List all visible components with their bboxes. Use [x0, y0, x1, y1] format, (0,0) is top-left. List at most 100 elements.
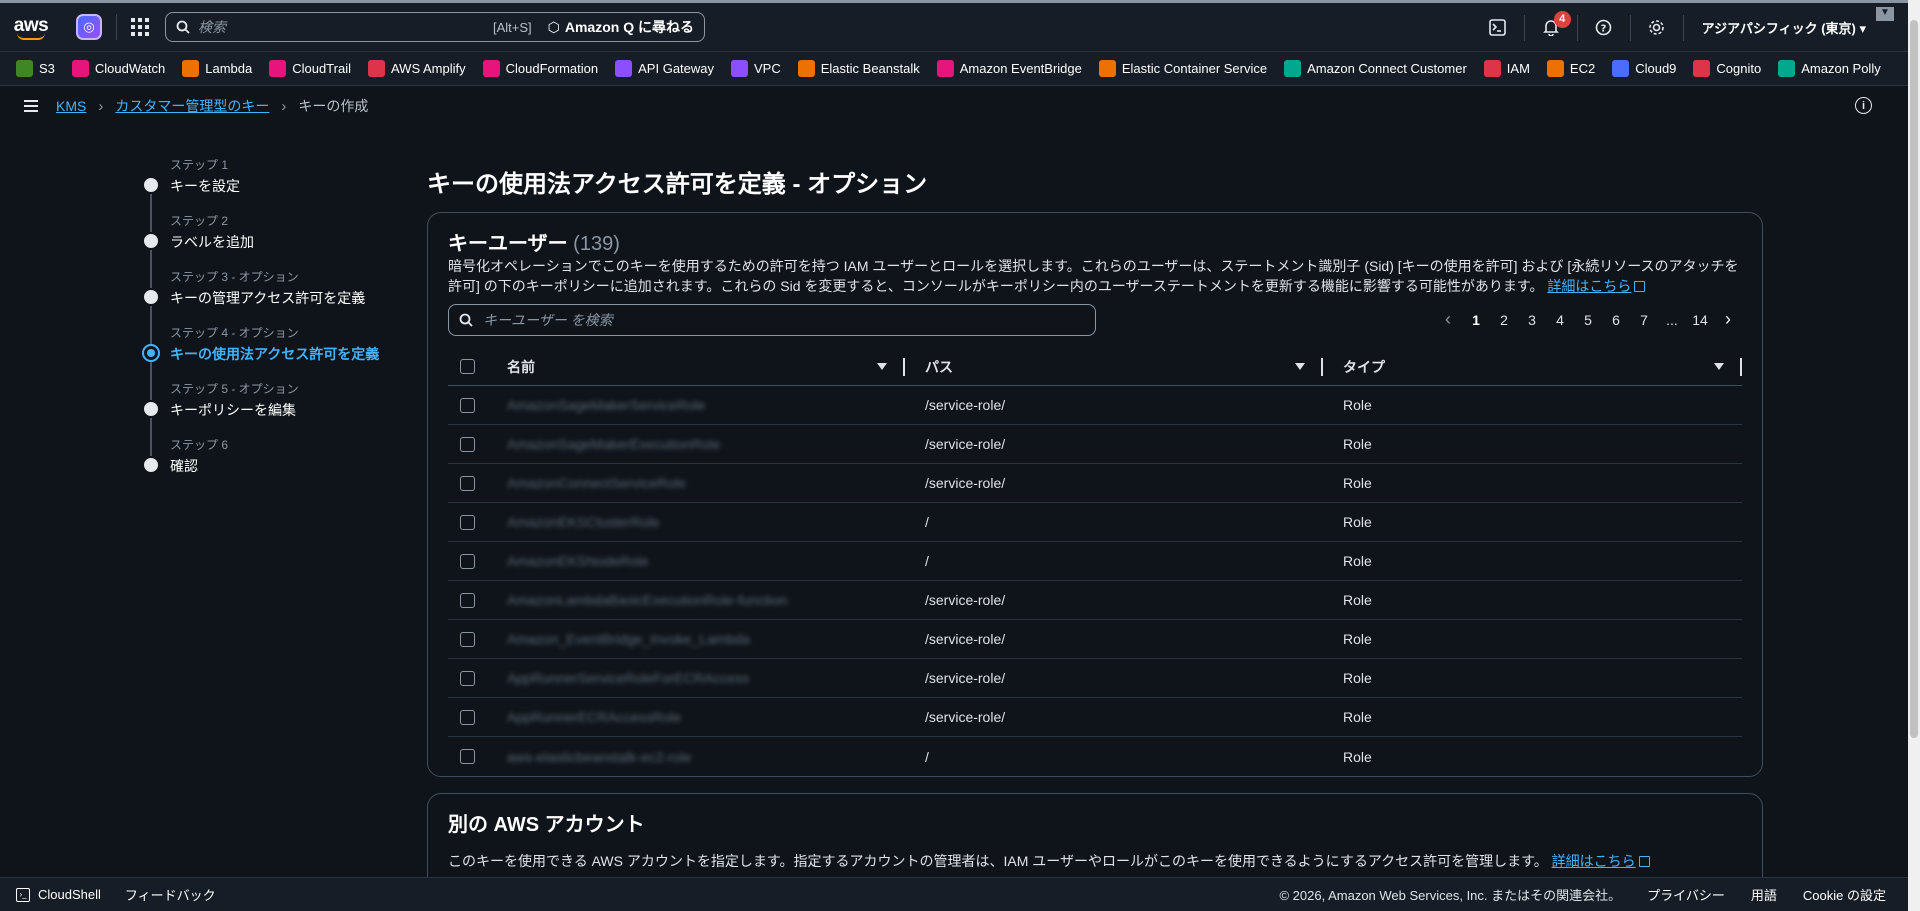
sort-down-icon[interactable] [1714, 363, 1724, 370]
table-row[interactable]: AmazonConnectServiceRole/service-role/Ro… [448, 464, 1742, 503]
services-menu-icon[interactable] [131, 18, 149, 36]
vertical-scrollbar[interactable] [1908, 0, 1920, 911]
cell-name: AmazonEKSNodeRole [507, 553, 649, 569]
search-input[interactable]: 検索 [Alt+S] ⬡ Amazon Q に尋ねる [165, 12, 705, 42]
favorite-amazon-eventbridge[interactable]: Amazon EventBridge [936, 60, 1082, 77]
cookie-settings-link[interactable]: Cookie の設定 [1803, 885, 1886, 904]
table-row[interactable]: AmazonSageMakerExecutionRole/service-rol… [448, 425, 1742, 464]
step-6[interactable]: ステップ 6 確認 [144, 436, 414, 492]
column-resizer[interactable] [1740, 358, 1742, 376]
column-type[interactable]: タイプ [1323, 348, 1742, 385]
service-icon [615, 60, 633, 77]
page-4[interactable]: 4 [1546, 312, 1574, 328]
favorite-amazon-polly[interactable]: Amazon Polly [1778, 60, 1881, 77]
step-dot-icon [144, 290, 158, 304]
aws-logo[interactable]: aws [0, 3, 62, 52]
table-row[interactable]: AppRunnerServiceRoleForECRAccess/service… [448, 659, 1742, 698]
row-checkbox[interactable] [460, 514, 475, 530]
cell-name: AmazonLambdaBasicExecutionRole-function [507, 592, 788, 608]
favorite-ec2[interactable]: EC2 [1546, 60, 1595, 77]
step-3[interactable]: ステップ 3 - オプション キーの管理アクセス許可を定義 [144, 268, 414, 344]
favorite-cloudtrail[interactable]: CloudTrail [269, 60, 351, 77]
external-link-icon [1638, 856, 1650, 867]
select-all-checkbox[interactable] [460, 359, 475, 374]
row-checkbox[interactable] [460, 475, 475, 491]
row-checkbox[interactable] [460, 436, 475, 452]
page-2[interactable]: 2 [1490, 312, 1518, 328]
amazon-q-icon[interactable]: ◎ [76, 14, 102, 40]
favorite-elastic-beanstalk[interactable]: Elastic Beanstalk [797, 60, 920, 77]
page-3[interactable]: 3 [1518, 312, 1546, 328]
table-row[interactable]: AmazonEKSClusterRole / Role [448, 503, 1742, 542]
favorite-cloudformation[interactable]: CloudFormation [482, 60, 598, 77]
ask-amazon-q-button[interactable]: ⬡ Amazon Q に尋ねる [548, 17, 694, 37]
favorite-iam[interactable]: IAM [1483, 60, 1530, 77]
column-name[interactable]: 名前 [487, 348, 905, 385]
step-4-current[interactable]: ステップ 4 - オプション キーの使用法アクセス許可を定義 [142, 324, 414, 400]
row-checkbox[interactable] [460, 709, 475, 725]
row-checkbox[interactable] [460, 553, 475, 569]
key-users-search-input[interactable]: キーユーザー を検索 [448, 304, 1096, 336]
info-icon[interactable]: i [1855, 97, 1872, 114]
favorite-amazon-connect-customer[interactable]: Amazon Connect Customer [1284, 60, 1467, 77]
row-checkbox[interactable] [460, 592, 475, 608]
cloudshell-footer-icon[interactable]: ›_ [16, 887, 30, 902]
scroll-up-arrow-icon[interactable]: ▼ [1876, 7, 1894, 21]
terms-link[interactable]: 用語 [1751, 885, 1777, 904]
notifications-bell-icon[interactable]: 4 [1541, 10, 1571, 38]
table-row[interactable]: AppRunnerECRAccessRole/service-role/Role [448, 698, 1742, 737]
settings-gear-icon[interactable] [1647, 18, 1667, 38]
svg-text:?: ? [1601, 24, 1607, 35]
privacy-link[interactable]: プライバシー [1647, 885, 1725, 904]
favorite-s3[interactable]: S3 [16, 60, 55, 77]
page-1[interactable]: 1 [1462, 312, 1490, 328]
breadcrumb-current: キーの作成 [298, 98, 369, 114]
favorite-elastic-container-service[interactable]: Elastic Container Service [1098, 60, 1267, 77]
cell-type: Role [1343, 514, 1372, 530]
scrollbar-thumb[interactable] [1910, 20, 1918, 738]
favorite-aws-amplify[interactable]: AWS Amplify [367, 60, 466, 77]
page-7[interactable]: 7 [1630, 312, 1658, 328]
cell-path: / [925, 748, 929, 765]
table-row[interactable]: aws-elasticbeanstalk-ec2-role / Role [448, 737, 1742, 776]
favorite-lambda[interactable]: Lambda [182, 60, 252, 77]
table-row[interactable]: AmazonLambdaBasicExecutionRole-function /… [448, 581, 1742, 620]
breadcrumb-customer-managed-keys[interactable]: カスタマー管理型のキー [115, 96, 269, 116]
sort-down-icon[interactable] [877, 363, 887, 370]
learn-more-link[interactable]: 詳細はこちら [1547, 278, 1631, 294]
favorite-cloud9[interactable]: Cloud9 [1612, 60, 1676, 77]
table-row[interactable]: AmazonEKSNodeRole / Role [448, 542, 1742, 581]
column-path[interactable]: パス [905, 348, 1323, 385]
row-checkbox[interactable] [460, 397, 475, 413]
help-icon[interactable]: ? [1594, 18, 1614, 38]
feedback-link[interactable]: フィードバック [125, 885, 216, 904]
favorite-vpc[interactable]: VPC [731, 60, 781, 77]
prev-page-chevron-icon[interactable]: ‹ [1434, 309, 1462, 330]
breadcrumb-kms[interactable]: KMS [56, 98, 86, 114]
cloudshell-icon[interactable] [1488, 18, 1508, 38]
cloudshell-link[interactable]: CloudShell [38, 887, 101, 902]
key-users-panel: キーユーザー (139) 暗号化オペレーションでこのキーを使用するための許可を持… [427, 212, 1763, 777]
service-icon [16, 60, 33, 77]
row-checkbox[interactable] [460, 670, 475, 686]
cell-type: Role [1343, 553, 1372, 569]
page-5[interactable]: 5 [1574, 312, 1602, 328]
service-icon [482, 60, 500, 77]
page-6[interactable]: 6 [1602, 312, 1630, 328]
favorite-cloudwatch[interactable]: CloudWatch [71, 60, 165, 77]
sort-down-icon[interactable] [1295, 363, 1305, 370]
menu-hamburger-icon[interactable] [24, 97, 38, 115]
favorite-cognito[interactable]: Cognito [1693, 60, 1761, 77]
page-14[interactable]: 14 [1686, 312, 1714, 328]
table-row[interactable]: AmazonSageMakerServiceRole/service-role/… [448, 386, 1742, 425]
next-page-chevron-icon[interactable]: › [1714, 309, 1742, 330]
step-5[interactable]: ステップ 5 - オプション キーポリシーを編集 [144, 380, 414, 456]
step-2[interactable]: ステップ 2 ラベルを追加 [144, 212, 414, 288]
row-checkbox[interactable] [460, 631, 475, 647]
step-1[interactable]: ステップ 1 キーを設定 [144, 156, 414, 232]
row-checkbox[interactable] [460, 749, 475, 764]
region-selector[interactable]: アジアパシフィック (東京) ▾ [1702, 18, 1866, 37]
other-accounts-learn-more-link[interactable]: 詳細はこちら [1552, 853, 1636, 869]
favorite-api-gateway[interactable]: API Gateway [615, 60, 714, 77]
table-row[interactable]: Amazon_EventBridge_Invoke_Lambda/service… [448, 620, 1742, 659]
